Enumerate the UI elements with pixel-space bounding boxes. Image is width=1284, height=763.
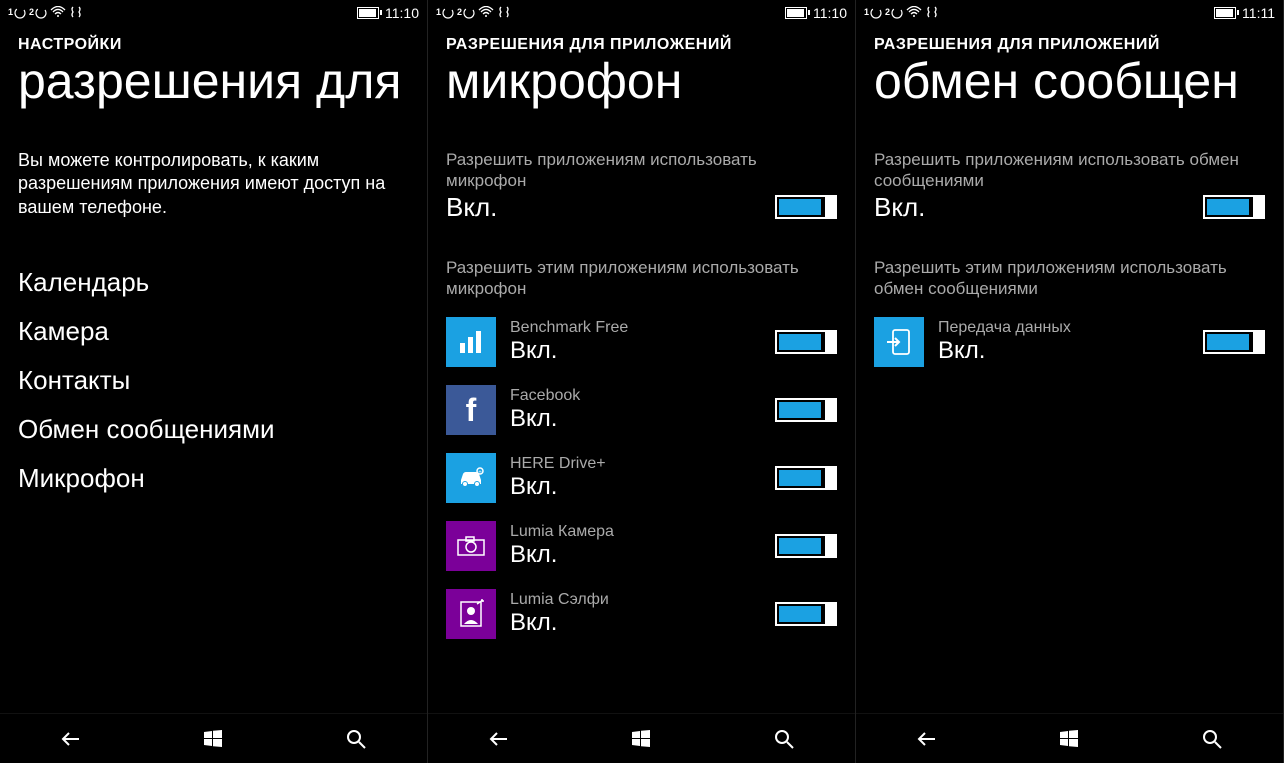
- clock: 11:11: [1242, 5, 1275, 21]
- app-name: Facebook: [510, 387, 761, 405]
- master-toggle-block: Разрешить приложениям использовать обмен…: [874, 149, 1265, 223]
- back-button[interactable]: [897, 719, 957, 759]
- master-toggle-label: Разрешить приложениям использовать микро…: [446, 149, 837, 192]
- permission-item-messaging[interactable]: Обмен сообщениями: [18, 414, 409, 445]
- app-toggle[interactable]: [775, 602, 837, 626]
- breadcrumb: РАЗРЕШЕНИЯ ДЛЯ ПРИЛОЖЕНИЙ: [446, 36, 837, 54]
- nav-bar: [856, 713, 1283, 763]
- breadcrumb: РАЗРЕШЕНИЯ ДЛЯ ПРИЛОЖЕНИЙ: [874, 36, 1265, 54]
- battery-icon: [357, 7, 379, 19]
- battery-icon: [785, 7, 807, 19]
- search-button[interactable]: [1182, 719, 1242, 759]
- app-toggle[interactable]: [775, 330, 837, 354]
- permission-item-contacts[interactable]: Контакты: [18, 365, 409, 396]
- master-toggle-label: Разрешить приложениям использовать обмен…: [874, 149, 1265, 192]
- status-bar: 1 2 11:11: [856, 0, 1283, 26]
- apps-list-label: Разрешить этим приложениям использовать …: [446, 257, 837, 300]
- start-button[interactable]: [611, 719, 671, 759]
- svg-text:+: +: [478, 470, 482, 476]
- search-button[interactable]: [326, 719, 386, 759]
- app-icon: f: [446, 385, 496, 435]
- master-toggle[interactable]: [1203, 195, 1265, 219]
- page-title: разрешения для: [18, 54, 409, 109]
- permission-item-camera[interactable]: Камера: [18, 316, 409, 347]
- app-name: Lumia Сэлфи: [510, 591, 761, 609]
- back-button[interactable]: [469, 719, 529, 759]
- app-toggle[interactable]: [775, 466, 837, 490]
- sim1-icon: 1: [864, 7, 882, 19]
- sim2-icon: 2: [457, 7, 475, 19]
- sim2-icon: 2: [29, 7, 47, 19]
- battery-icon: [1214, 7, 1236, 19]
- app-row: Lumia КамераВкл.: [446, 521, 837, 571]
- screen-messaging: 1 2 11:11 РАЗРЕШЕНИЯ ДЛЯ ПРИЛОЖЕНИЙ обме…: [856, 0, 1284, 763]
- vibrate-icon: [69, 5, 83, 22]
- clock: 11:10: [385, 5, 419, 21]
- app-icon: +: [446, 453, 496, 503]
- app-toggle-value: Вкл.: [938, 337, 1189, 365]
- app-name: Передача данных: [938, 319, 1189, 337]
- master-toggle-block: Разрешить приложениям использовать микро…: [446, 149, 837, 223]
- start-button[interactable]: [183, 719, 243, 759]
- app-row: Передача данныхВкл.: [874, 317, 1265, 367]
- permission-list: Календарь Камера Контакты Обмен сообщени…: [18, 267, 409, 494]
- screen-settings: 1 2 11:10 НАСТРОЙКИ разрешения для Вы мо…: [0, 0, 428, 763]
- app-icon: [446, 521, 496, 571]
- permission-item-calendar[interactable]: Календарь: [18, 267, 409, 298]
- app-name: Lumia Камера: [510, 523, 761, 541]
- app-toggle-value: Вкл.: [510, 337, 761, 365]
- search-button[interactable]: [754, 719, 814, 759]
- app-icon: [446, 317, 496, 367]
- master-toggle-value: Вкл.: [874, 192, 925, 223]
- nav-bar: [0, 713, 427, 763]
- wifi-icon: [906, 5, 922, 21]
- permission-item-microphone[interactable]: Микрофон: [18, 463, 409, 494]
- status-bar: 1 2 11:10: [0, 0, 427, 26]
- app-name: HERE Drive+: [510, 455, 761, 473]
- page-title: микрофон: [446, 54, 837, 109]
- app-toggle[interactable]: [775, 534, 837, 558]
- status-bar: 1 2 11:10: [428, 0, 855, 26]
- wifi-icon: [478, 5, 494, 21]
- app-icon: [446, 589, 496, 639]
- sim1-icon: 1: [8, 7, 26, 19]
- app-row: + HERE Drive+Вкл.: [446, 453, 837, 503]
- app-icon: [874, 317, 924, 367]
- app-toggle-value: Вкл.: [510, 473, 761, 501]
- apps-list-label: Разрешить этим приложениям использовать …: [874, 257, 1265, 300]
- master-toggle[interactable]: [775, 195, 837, 219]
- nav-bar: [428, 713, 855, 763]
- breadcrumb: НАСТРОЙКИ: [18, 36, 409, 54]
- app-row: Lumia СэлфиВкл.: [446, 589, 837, 639]
- wifi-icon: [50, 5, 66, 21]
- app-toggle-value: Вкл.: [510, 405, 761, 433]
- sim1-icon: 1: [436, 7, 454, 19]
- back-button[interactable]: [41, 719, 101, 759]
- vibrate-icon: [497, 5, 511, 22]
- app-toggle-value: Вкл.: [510, 541, 761, 569]
- vibrate-icon: [925, 5, 939, 22]
- app-toggle[interactable]: [775, 398, 837, 422]
- app-toggle-value: Вкл.: [510, 609, 761, 637]
- start-button[interactable]: [1039, 719, 1099, 759]
- master-toggle-value: Вкл.: [446, 192, 497, 223]
- app-row: f FacebookВкл.: [446, 385, 837, 435]
- page-title: обмен сообщен: [874, 54, 1265, 109]
- clock: 11:10: [813, 5, 847, 21]
- sim2-icon: 2: [885, 7, 903, 19]
- app-name: Benchmark Free: [510, 319, 761, 337]
- app-toggle[interactable]: [1203, 330, 1265, 354]
- app-row: Benchmark FreeВкл.: [446, 317, 837, 367]
- intro-text: Вы можете контролировать, к каким разреш…: [18, 149, 409, 219]
- screen-microphone: 1 2 11:10 РАЗРЕШЕНИЯ ДЛЯ ПРИЛОЖЕНИЙ микр…: [428, 0, 856, 763]
